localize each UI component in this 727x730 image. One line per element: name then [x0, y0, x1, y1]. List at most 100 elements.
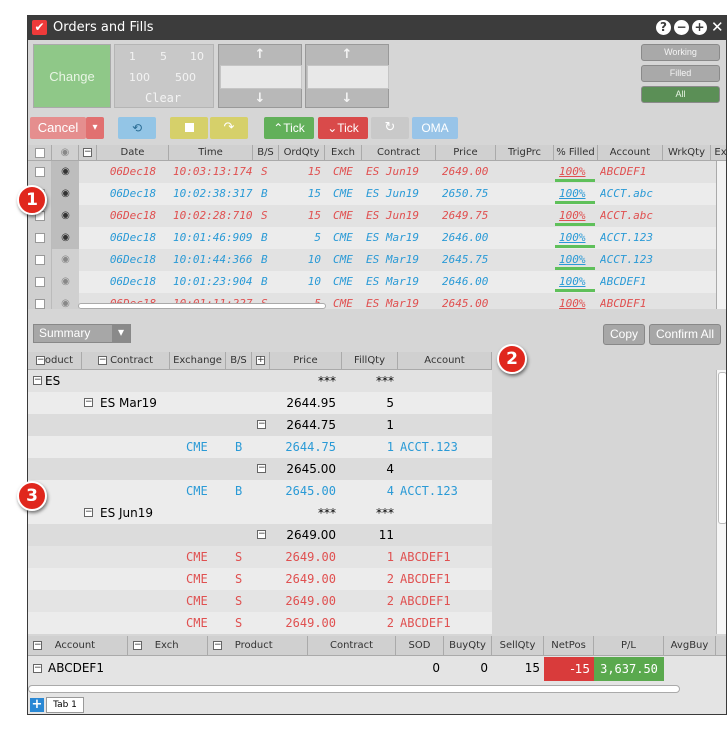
- qty-500-button[interactable]: 500: [175, 71, 196, 84]
- fill-row[interactable]: CME S ABCDEF1 2649.00 1: [28, 546, 492, 568]
- history-icon[interactable]: ⟲: [118, 117, 156, 139]
- col-ex[interactable]: Ex: [711, 145, 726, 161]
- fill-row[interactable]: CME S ABCDEF1 2649.00 2: [28, 612, 492, 634]
- add-tab-button[interactable]: +: [30, 698, 44, 712]
- expand-icon[interactable]: +: [252, 352, 270, 370]
- filled-filter-button[interactable]: Filled: [641, 65, 720, 82]
- positions-hscroll[interactable]: [28, 685, 680, 693]
- scroll-thumb[interactable]: [718, 372, 726, 524]
- col-avgbuy[interactable]: AvgBuy: [664, 636, 716, 656]
- price-input-2[interactable]: [307, 65, 389, 89]
- collapse-icon[interactable]: −: [257, 530, 266, 539]
- price-input-1[interactable]: [220, 65, 302, 89]
- col-trigprc[interactable]: TrigPrc: [496, 145, 554, 161]
- summary-group-row[interactable]: − ES Mar19 2644.95 5: [28, 392, 492, 414]
- col-bs[interactable]: B/S: [253, 145, 279, 161]
- col-date[interactable]: Date: [97, 145, 169, 161]
- arrow-down-icon[interactable]: ↓: [306, 91, 388, 106]
- col-contract[interactable]: Contract: [308, 636, 396, 656]
- eye-icon[interactable]: ◉: [52, 205, 79, 227]
- summary-group-row[interactable]: − 2644.75 1: [28, 414, 492, 436]
- summary-group-row[interactable]: − ES Jun19 *** ***: [28, 502, 492, 524]
- qty-10-button[interactable]: 10: [190, 50, 204, 63]
- row-checkbox[interactable]: [28, 271, 52, 293]
- summary-vscroll[interactable]: [716, 370, 726, 634]
- select-all-checkbox[interactable]: [28, 145, 52, 161]
- col-netpos[interactable]: NetPos: [544, 636, 594, 656]
- close-icon[interactable]: ✕: [711, 18, 724, 36]
- col-exchange[interactable]: Exchange: [170, 352, 226, 370]
- minimize-icon[interactable]: −: [674, 20, 689, 35]
- fill-row[interactable]: CME S ABCDEF1 2649.00 2: [28, 568, 492, 590]
- col-price[interactable]: Price: [436, 145, 496, 161]
- collapse-icon[interactable]: −: [79, 145, 97, 161]
- col-price[interactable]: Price: [270, 352, 342, 370]
- clear-button[interactable]: Clear: [145, 91, 181, 105]
- collapse-icon[interactable]: −: [257, 420, 266, 429]
- row-checkbox[interactable]: [28, 249, 52, 271]
- change-button[interactable]: Change: [33, 44, 111, 108]
- col-contract[interactable]: − Contract: [82, 352, 170, 370]
- summary-group-row[interactable]: − ES *** ***: [28, 370, 492, 392]
- cancel-dropdown-icon[interactable]: ▾: [86, 117, 104, 139]
- order-row[interactable]: ◉ 06Dec18 10:02:28:710 S 15 CME ES Jun19 2649.7…: [28, 205, 716, 227]
- oma-button[interactable]: OMA: [412, 117, 458, 139]
- eye-icon[interactable]: ◉: [52, 249, 79, 271]
- col-ordqty[interactable]: OrdQty: [279, 145, 325, 161]
- collapse-icon[interactable]: −: [33, 376, 42, 385]
- fill-row[interactable]: CME S ABCDEF1 2649.00 2: [28, 590, 492, 612]
- tick-down-button[interactable]: ⌄Tick: [318, 117, 368, 139]
- arrow-up-icon[interactable]: ↑: [306, 47, 388, 62]
- qty-5-button[interactable]: 5: [160, 50, 167, 63]
- qty-1-button[interactable]: 1: [129, 50, 136, 63]
- tab-1[interactable]: Tab 1: [46, 697, 84, 713]
- col-account[interactable]: − Account: [28, 636, 128, 656]
- copy-button[interactable]: Copy: [603, 324, 645, 345]
- collapse-icon[interactable]: −: [257, 464, 266, 473]
- stop-button[interactable]: [170, 117, 208, 139]
- collapse-icon[interactable]: −: [84, 508, 93, 517]
- eye-icon[interactable]: ◉: [52, 183, 79, 205]
- eye-icon[interactable]: ◉: [52, 227, 79, 249]
- col-product[interactable]: −oduct: [28, 352, 82, 370]
- arrow-up-icon[interactable]: ↑: [219, 47, 301, 62]
- col-exch[interactable]: Exch: [325, 145, 362, 161]
- col-sellqty[interactable]: SellQty: [492, 636, 544, 656]
- col-exch[interactable]: − Exch: [128, 636, 208, 656]
- row-checkbox[interactable]: [28, 227, 52, 249]
- fill-row[interactable]: CME B ACCT.123 2645.00 4: [28, 480, 492, 502]
- all-filter-button[interactable]: All: [641, 86, 720, 103]
- cancel-button[interactable]: Cancel: [30, 117, 86, 139]
- qty-100-button[interactable]: 100: [129, 71, 150, 84]
- order-row[interactable]: ◉ 06Dec18 10:01:23:904 B 10 CME ES Mar19 2646.0…: [28, 271, 716, 293]
- collapse-icon[interactable]: −: [33, 664, 42, 673]
- col-buyqty[interactable]: BuyQty: [444, 636, 492, 656]
- summary-group-row[interactable]: − 2645.00 4: [28, 458, 492, 480]
- working-filter-button[interactable]: Working: [641, 44, 720, 61]
- fill-row[interactable]: CME B ACCT.123 2644.75 1: [28, 436, 492, 458]
- orders-grid-hscroll[interactable]: [78, 303, 326, 309]
- confirm-all-button[interactable]: Confirm All: [649, 324, 721, 345]
- col-account[interactable]: Account: [598, 145, 663, 161]
- row-checkbox[interactable]: [28, 293, 52, 309]
- summary-group-row[interactable]: − 2649.00 11: [28, 524, 492, 546]
- col-filled[interactable]: % Filled: [554, 145, 598, 161]
- col-account[interactable]: Account: [398, 352, 492, 370]
- maximize-icon[interactable]: +: [692, 20, 707, 35]
- summary-dropdown[interactable]: Summary ▾: [33, 324, 131, 343]
- row-checkbox[interactable]: [28, 161, 52, 183]
- order-row[interactable]: ◉ 06Dec18 10:01:44:366 B 10 CME ES Mar19 2645.7…: [28, 249, 716, 271]
- eye-icon[interactable]: ◉: [52, 271, 79, 293]
- col-bs[interactable]: B/S: [226, 352, 252, 370]
- col-pl[interactable]: P/L: [594, 636, 664, 656]
- col-contract[interactable]: Contract: [362, 145, 436, 161]
- help-icon[interactable]: ?: [656, 20, 671, 35]
- positions-row[interactable]: − ABCDEF1 0 0 15 -15 3,637.50: [28, 657, 716, 681]
- col-wrkqty[interactable]: WrkQty: [663, 145, 711, 161]
- eye-icon[interactable]: ◉: [52, 293, 79, 309]
- refresh-icon[interactable]: ↻: [371, 117, 409, 139]
- orders-grid-vscroll[interactable]: [716, 161, 726, 309]
- arrow-down-icon[interactable]: ↓: [219, 91, 301, 106]
- col-fillqty[interactable]: FillQty: [342, 352, 398, 370]
- tick-up-button[interactable]: ⌃Tick: [264, 117, 314, 139]
